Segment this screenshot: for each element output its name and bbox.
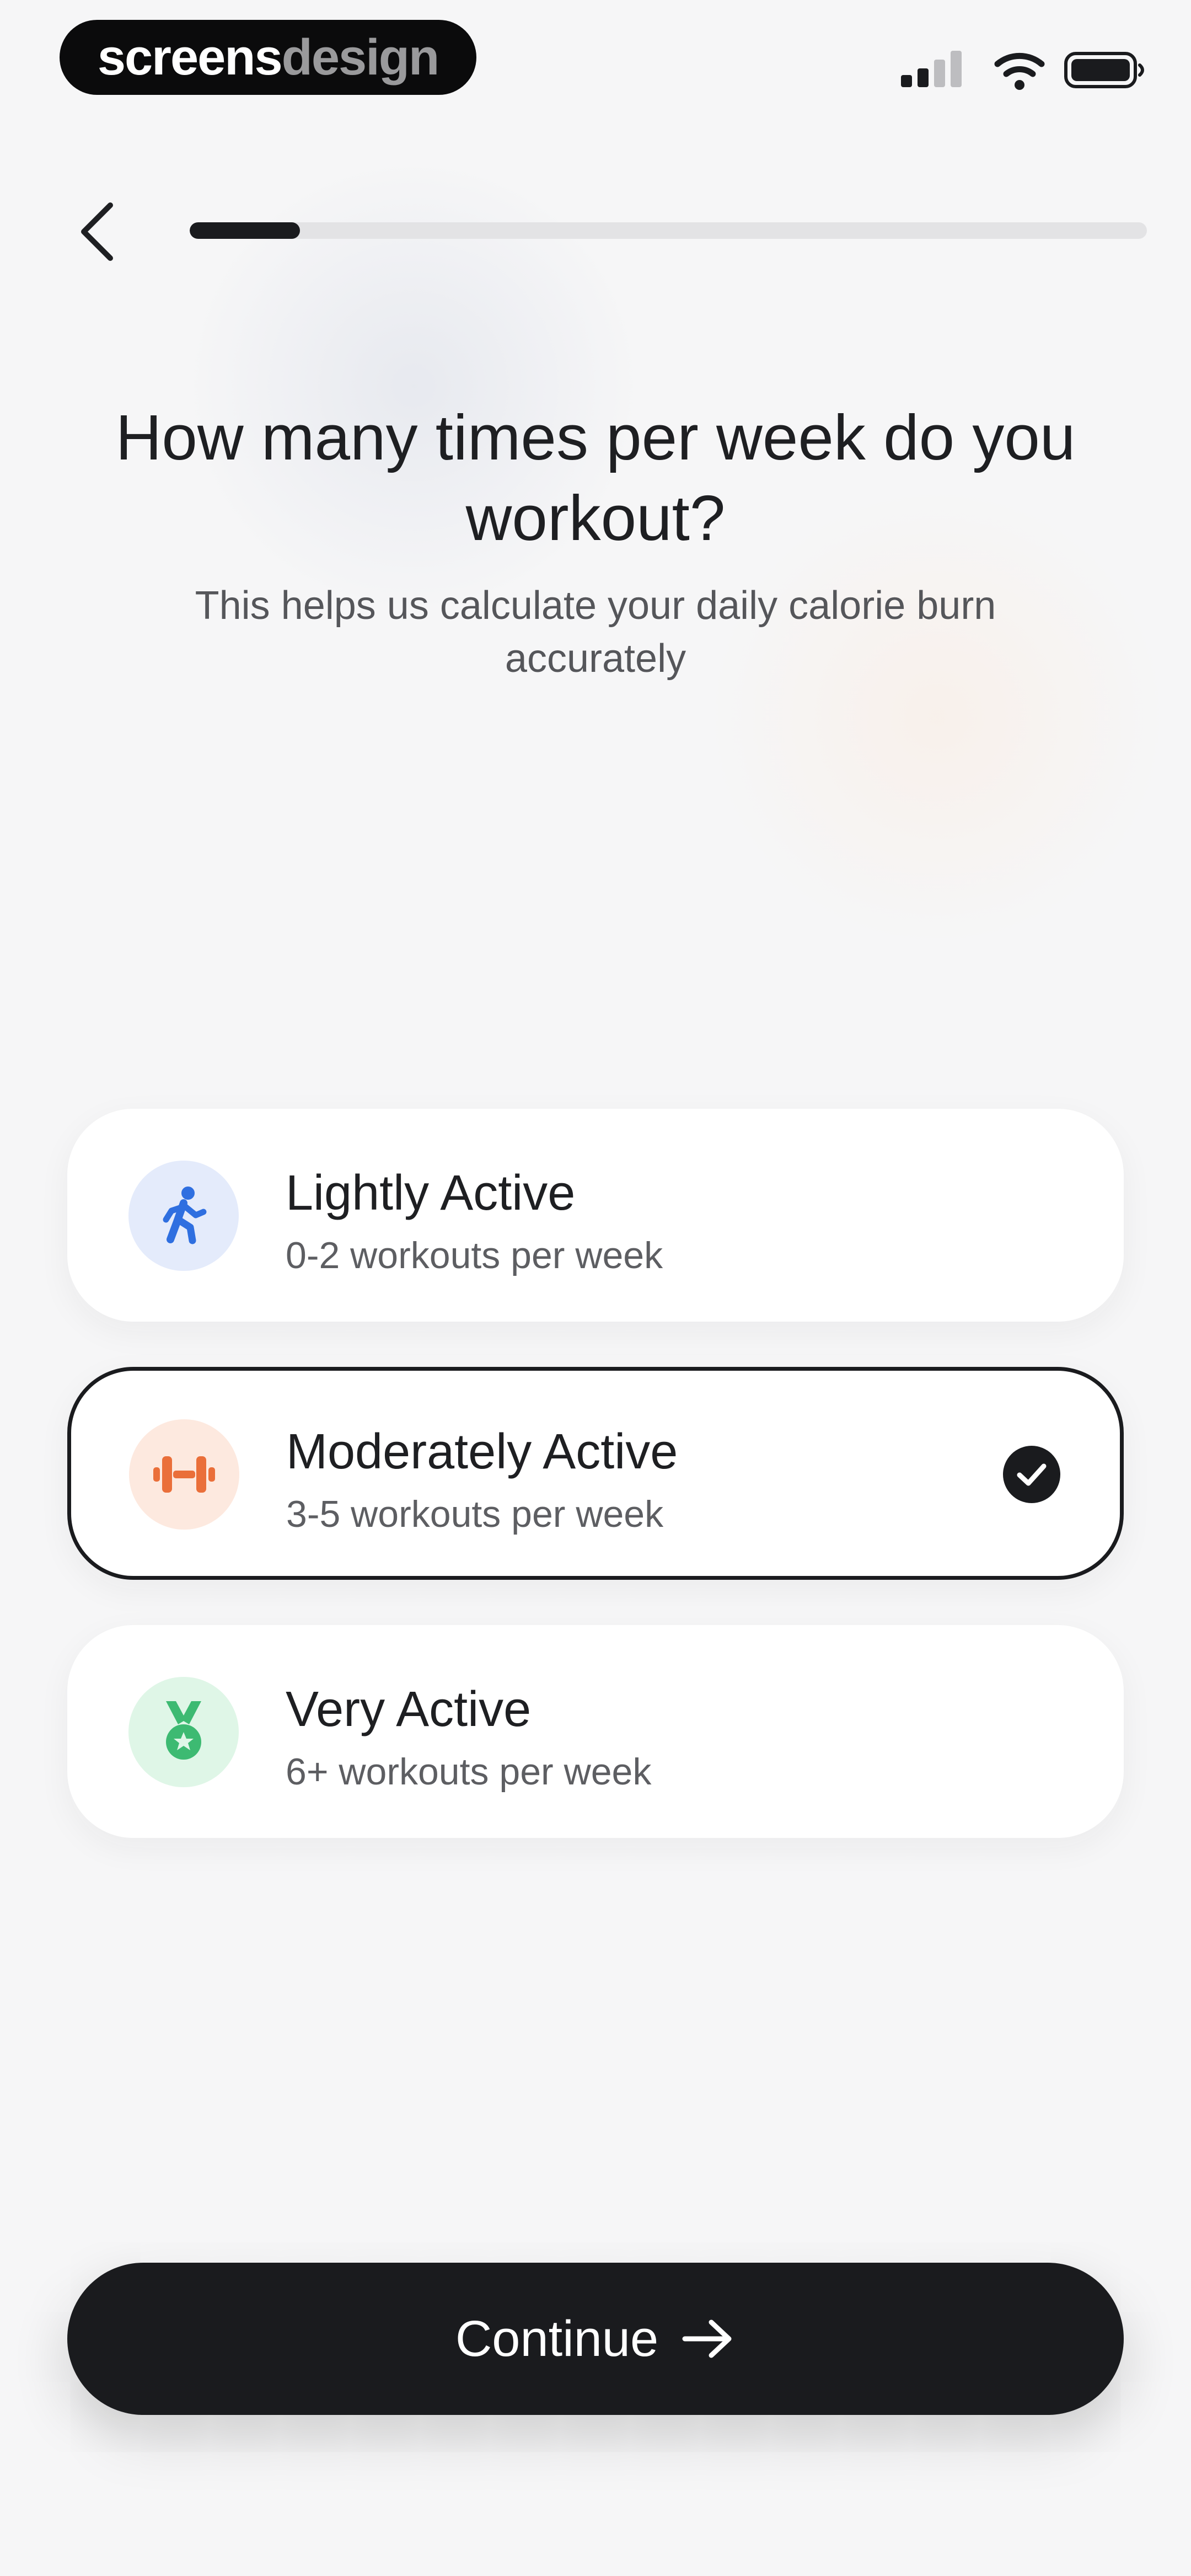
- running-person-icon: [163, 1187, 207, 1244]
- medal-icon: [166, 1701, 201, 1760]
- option-subtitle: 3-5 workouts per week: [286, 1493, 664, 1535]
- wifi-icon: [994, 52, 1045, 90]
- continue-button[interactable]: Continue: [67, 2263, 1124, 2415]
- background-glow: [165, 138, 662, 634]
- progress-bar-fill: [190, 222, 300, 239]
- option-moderately-active[interactable]: Moderately Active 3-5 workouts per week: [67, 1367, 1124, 1580]
- checkmark-icon: [1017, 1463, 1047, 1486]
- option-lightly-active[interactable]: Lightly Active 0-2 workouts per week: [67, 1109, 1124, 1322]
- selected-check-badge: [1003, 1446, 1060, 1503]
- brand-watermark: screens design: [60, 20, 476, 95]
- continue-button-label: Continue: [455, 2310, 659, 2367]
- progress-bar: [190, 222, 1147, 239]
- chevron-left-icon: [81, 202, 113, 261]
- page-subtitle: This helps us calculate your daily calor…: [195, 584, 996, 681]
- battery-icon: [1064, 52, 1144, 88]
- arrow-right-icon: [682, 2320, 732, 2358]
- brand-text-primary: screens: [97, 29, 283, 85]
- option-title: Very Active: [286, 1682, 532, 1737]
- back-button[interactable]: [66, 193, 127, 270]
- option-icon-badge: [128, 1677, 239, 1787]
- option-subtitle: 6+ workouts per week: [286, 1751, 652, 1793]
- option-subtitle: 0-2 workouts per week: [286, 1234, 663, 1276]
- option-very-active[interactable]: Very Active 6+ workouts per week: [67, 1625, 1124, 1838]
- option-title: Moderately Active: [286, 1424, 678, 1479]
- option-icon-badge: [129, 1419, 239, 1530]
- dumbbell-icon: [153, 1456, 215, 1493]
- cellular-signal-icon: [901, 51, 962, 87]
- option-title: Lightly Active: [286, 1166, 576, 1221]
- brand-text-secondary: design: [281, 29, 439, 85]
- page-title: How many times per week do you workout?: [115, 402, 1076, 554]
- status-icons: [901, 51, 1144, 90]
- option-icon-badge: [128, 1161, 239, 1271]
